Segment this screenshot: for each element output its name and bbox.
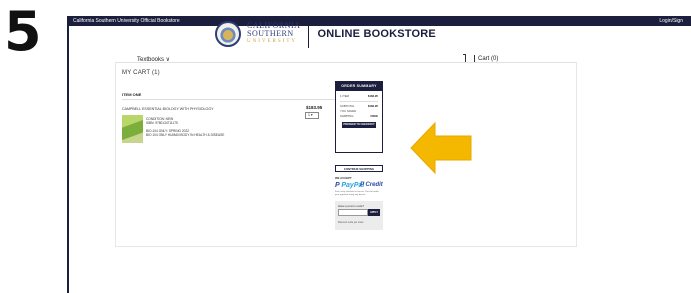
proceed-to-checkout-button[interactable]: PROCEED TO CHECKOUT	[342, 122, 376, 128]
items-value: $183.95	[367, 94, 378, 98]
course-section: BIO-104 ONLY: SPRING 2022 BIO 104 ONLY H…	[146, 129, 225, 137]
login-link[interactable]: Login/Sign	[659, 17, 687, 26]
store-title: ONLINE BOOKSTORE	[317, 28, 436, 40]
continue-shopping-button[interactable]: CONTINUE SHOPPING	[335, 165, 383, 172]
promo-note: Discount code per order	[338, 221, 364, 224]
promo-question: Have a promo code?	[338, 204, 364, 208]
university-seal-icon	[215, 21, 241, 47]
subtotal-value: $183.95	[367, 104, 378, 108]
order-summary: ORDER SUMMARY 1 ITEM $183.95 SUBTOTAL $183…	[335, 81, 383, 153]
book-price: $183.95	[306, 105, 323, 110]
paypal-credit-logo: P Credit	[360, 182, 383, 188]
order-summary-title: ORDER SUMMARY	[336, 82, 382, 91]
apply-button[interactable]: APPLY	[368, 209, 380, 216]
quantity-select[interactable]: 1 ▾	[305, 112, 319, 119]
my-cart-heading: MY CART (1)	[122, 70, 160, 76]
shipping-label: SHIPPING	[340, 114, 354, 118]
shipping-value: FREE	[370, 114, 378, 118]
site-name: California Southern University Official …	[73, 18, 180, 24]
we-accept-label: WE ACCEPT	[335, 176, 352, 180]
payment-note: Fast, easy checkout is secure. You can m…	[335, 191, 379, 196]
step-number: 5	[4, 0, 42, 63]
university-wordmark: CALIFORNIA SOUTHERN UNIVERSITY	[247, 21, 301, 45]
book-cover-image[interactable]	[122, 115, 143, 143]
brand-divider	[308, 20, 310, 48]
items-label: 1 ITEM	[340, 94, 350, 98]
promo-box: Have a promo code? APPLY Discount code p…	[335, 201, 383, 230]
highlight-arrow-icon	[410, 121, 472, 175]
book-condition: CONDITION: NEW ISBN: 9780134711175	[146, 117, 178, 125]
book-title[interactable]: CAMPBELL ESSENTIAL BIOLOGY WITH PHYSIOLO…	[122, 107, 214, 111]
item-label: ITEM ONE	[122, 92, 347, 100]
promo-code-input[interactable]	[338, 209, 368, 216]
brand-header[interactable]: CALIFORNIA SOUTHERN UNIVERSITY ONLINE BO…	[215, 20, 436, 48]
